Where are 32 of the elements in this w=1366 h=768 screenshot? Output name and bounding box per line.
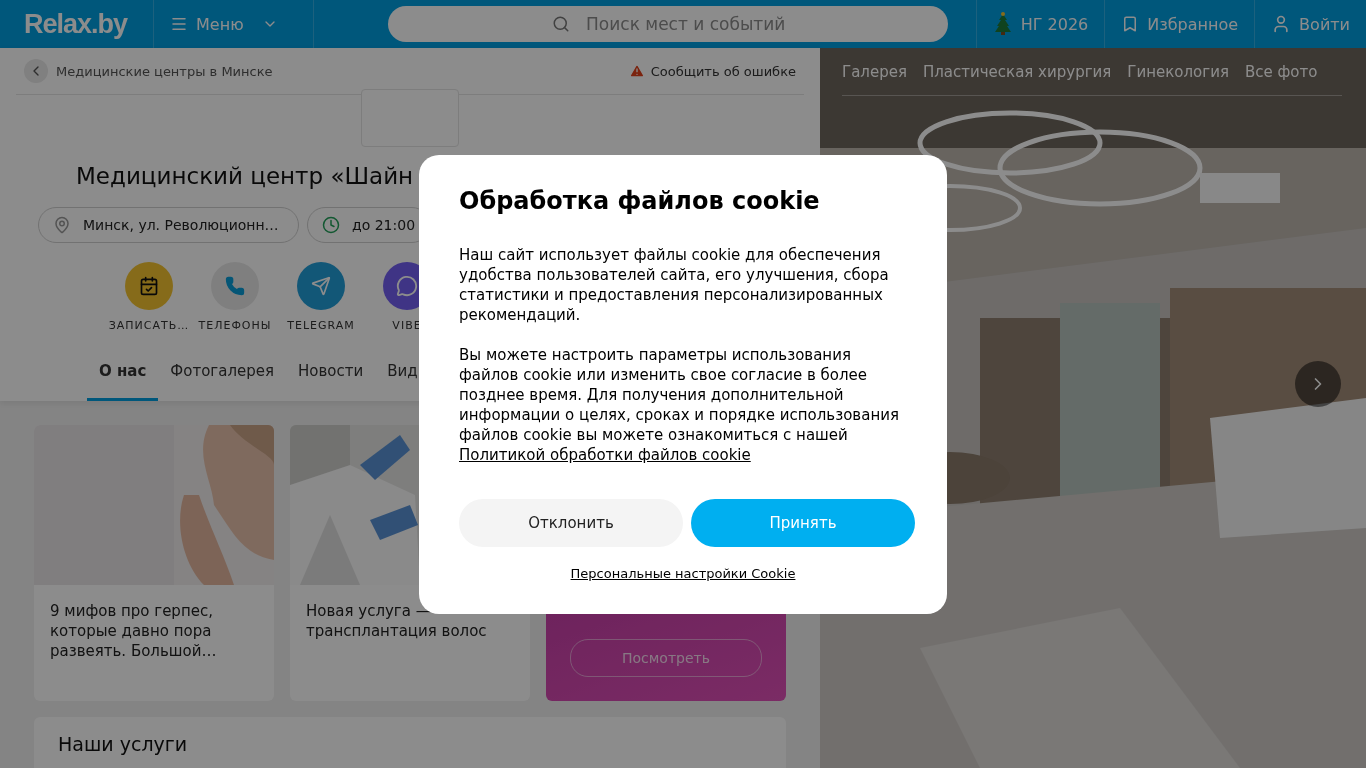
decline-button[interactable]: Отклонить (459, 498, 683, 547)
menu-icon (170, 15, 189, 33)
gallery-tab[interactable]: Гинекология (1127, 62, 1229, 81)
quick-action[interactable]: ТЕЛЕФОНЫ (192, 262, 278, 332)
gallery-tab[interactable]: Все фото (1244, 62, 1318, 81)
location-pin-icon (53, 216, 71, 234)
report-link[interactable]: Сообщить об ошибке (628, 63, 796, 79)
dialog-text: Наш сайт использует файлы cookie для обеспечения удобства пользователей сайта, его улучшения, сбора статистики и предоставления персонализированных рекомендаций. (459, 244, 890, 325)
company-title: Медицинский центр «Шайн (76, 163, 415, 189)
search-input[interactable]: Поиск мест и событий (584, 13, 905, 35)
quick-action[interactable]: TELEGRAM (278, 262, 364, 332)
phone-icon (225, 276, 245, 296)
tab[interactable]: Новости (286, 352, 376, 401)
tab[interactable]: Вид (375, 352, 430, 401)
search-icon (552, 15, 571, 33)
breadcrumb-link[interactable]: Медицинские центры в Минске (56, 63, 273, 79)
gallery-tab[interactable]: Пластическая хирургия (922, 62, 1112, 81)
article-card[interactable]: 9 мифов про герпес, которые давно пора развеять. Большой… (34, 425, 274, 701)
section-title: Наши услуги (58, 733, 189, 755)
quick-action[interactable]: ЗАПИСАТЬ… (106, 262, 192, 332)
clock-icon (322, 216, 340, 234)
calendar-icon (139, 276, 159, 296)
chat-phone-icon (396, 275, 418, 297)
tab[interactable]: Фотогалерея (158, 352, 287, 401)
search-field[interactable]: Поиск мест и событий (388, 6, 949, 42)
dialog-title: Обработка файлов cookie (459, 186, 821, 215)
warning-icon (628, 63, 645, 79)
paper-plane-icon (311, 276, 331, 296)
gallery-tab[interactable]: Галерея (842, 62, 907, 81)
tab[interactable]: О нас (87, 352, 159, 401)
christmas-tree-icon (992, 12, 1013, 36)
cookie-settings-link[interactable]: Персональные настройки Cookie (570, 565, 796, 581)
